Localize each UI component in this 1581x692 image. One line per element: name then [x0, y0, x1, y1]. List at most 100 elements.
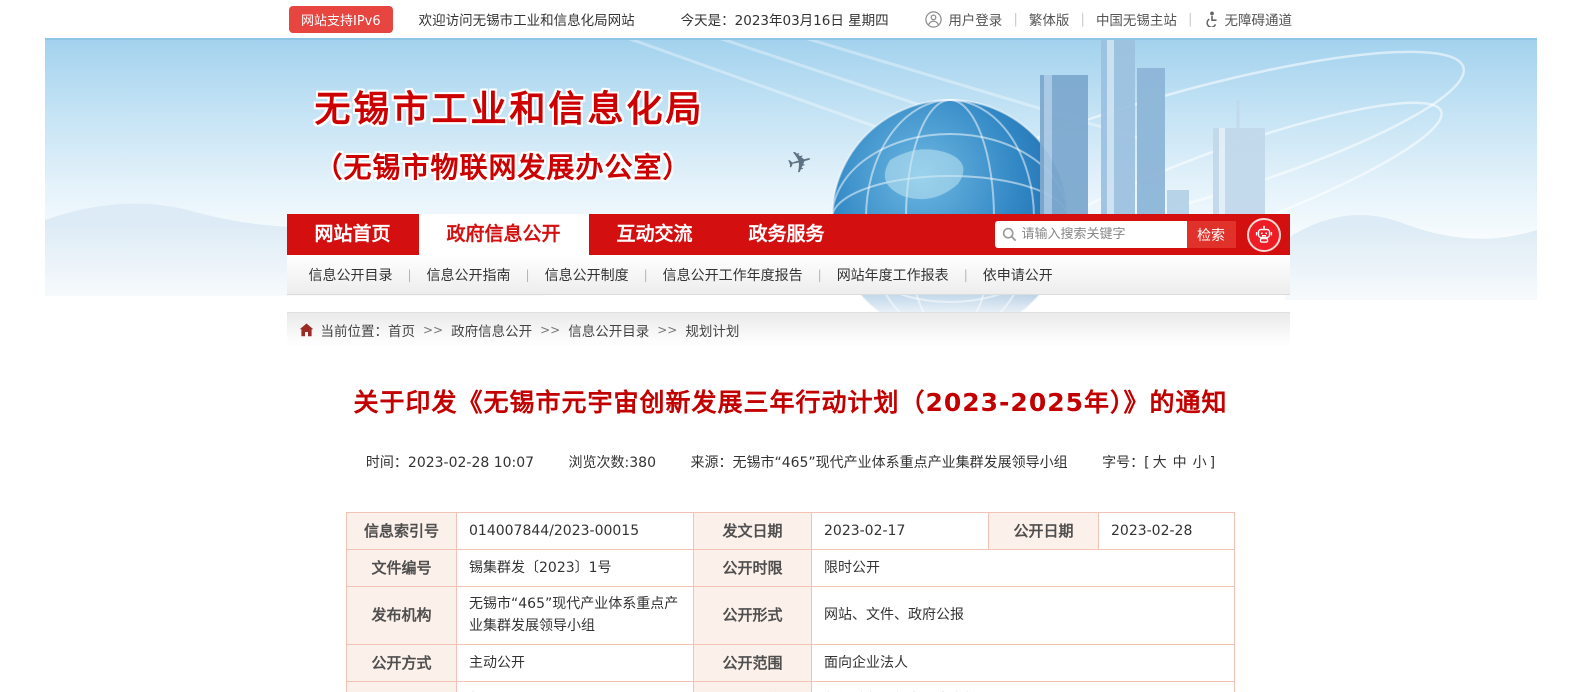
field-value: 主动公开	[457, 644, 694, 681]
topbar-divider: |	[1013, 11, 1018, 27]
traditional-version-link[interactable]: 繁体版	[1029, 9, 1070, 29]
meta-views: 浏览次数:380	[569, 455, 656, 471]
search-button[interactable]: 检索	[1187, 221, 1236, 248]
meta-fontsize: 字号：[大中小]	[1102, 455, 1215, 471]
accessibility-channel-link[interactable]: 无障碍通道	[1225, 9, 1293, 29]
breadcrumb-planning[interactable]: 规划计划	[685, 320, 739, 340]
breadcrumb: 当前位置： 首页 >> 政府信息公开 >> 信息公开目录 >> 规划计划	[287, 312, 1290, 345]
field-label: 信息索引号	[347, 513, 457, 550]
table-row: 有效期长期公开程序部门编制，经办公室审核后公开	[347, 681, 1235, 692]
field-label: 公开程序	[694, 681, 812, 692]
banner-artwork: ✈	[45, 40, 1537, 345]
field-value: 014007844/2023-00015	[457, 513, 694, 550]
subnav-item-website-annual-report[interactable]: 网站年度工作报表	[837, 265, 949, 285]
meta-views-value: 380	[629, 455, 656, 471]
field-value: 长期	[457, 681, 694, 692]
breadcrumb-separator: >>	[657, 323, 677, 337]
header-banner: ✈ 无锡市工业和信息化局 （无锡市物联网发展办公室） 网站首页 政府信息公开 互…	[45, 38, 1537, 345]
main-nav: 网站首页 政府信息公开 互动交流 政务服务 检索	[287, 214, 1290, 255]
site-title: 无锡市工业和信息化局	[315, 80, 705, 132]
breadcrumb-gov-info[interactable]: 政府信息公开	[451, 320, 532, 340]
meta-source-value: 无锡市“465”现代产业体系重点产业集群发展领导小组	[732, 455, 1067, 471]
meta-time-value: 2023-02-28 10:07	[408, 455, 534, 471]
search-icon	[1002, 227, 1017, 242]
field-value: 2023-02-17	[812, 513, 989, 550]
breadcrumb-prefix: 当前位置：	[321, 320, 389, 340]
doc-table-body: 信息索引号014007844/2023-00015发文日期2023-02-17公…	[347, 513, 1235, 692]
top-utility-bar: 网站支持IPv6 欢迎访问无锡市工业和信息化局网站 今天是：2023年03月16…	[0, 0, 1581, 38]
meta-fontsize-label: 字号：	[1102, 455, 1144, 471]
breadcrumb-home[interactable]: 首页	[388, 320, 415, 340]
subnav-item-disclosure-guide[interactable]: 信息公开指南	[427, 265, 511, 285]
field-label: 有效期	[347, 681, 457, 692]
nav-item-home[interactable]: 网站首页	[287, 214, 419, 255]
subnav-item-disclosure-catalog[interactable]: 信息公开目录	[309, 265, 393, 285]
chatbot-button[interactable]	[1247, 218, 1281, 252]
field-value: 2023-02-28	[1099, 513, 1235, 550]
nav-item-gov-info-disclosure[interactable]: 政府信息公开	[419, 214, 589, 255]
field-value: 部门编制，经办公室审核后公开	[812, 681, 1235, 692]
fontsize-medium[interactable]: 中	[1173, 455, 1187, 471]
subnav-divider: |	[644, 268, 648, 282]
field-label: 公开形式	[694, 587, 812, 645]
article-title: 关于印发《无锡市元宇宙创新发展三年行动计划（2023-2025年）》的通知	[289, 383, 1292, 419]
subnav-item-disclosure-by-request[interactable]: 依申请公开	[983, 265, 1053, 285]
meta-source: 来源：无锡市“465”现代产业体系重点产业集群发展领导小组	[690, 455, 1067, 471]
document-info-table: 信息索引号014007844/2023-00015发文日期2023-02-17公…	[346, 512, 1235, 692]
field-label: 发文日期	[694, 513, 812, 550]
table-row: 文件编号锡集群发〔2023〕1号公开时限限时公开	[347, 550, 1235, 587]
user-login-link[interactable]: 用户登录	[948, 9, 1002, 29]
breadcrumb-separator: >>	[423, 323, 443, 337]
field-value: 锡集群发〔2023〕1号	[457, 550, 694, 587]
field-label: 公开范围	[694, 644, 812, 681]
sub-nav: 信息公开目录 | 信息公开指南 | 信息公开制度 | 信息公开工作年度报告 | …	[287, 255, 1290, 295]
search-input[interactable]	[1022, 227, 1180, 242]
robot-icon	[1254, 225, 1274, 245]
svg-text:✈: ✈	[783, 143, 816, 183]
home-icon	[299, 323, 314, 337]
nav-item-gov-services[interactable]: 政务服务	[721, 214, 853, 255]
user-icon	[925, 11, 942, 28]
breadcrumb-catalog[interactable]: 信息公开目录	[568, 320, 649, 340]
subnav-item-annual-report[interactable]: 信息公开工作年度报告	[663, 265, 803, 285]
fontsize-bracket: ]	[1210, 455, 1215, 471]
field-label: 文件编号	[347, 550, 457, 587]
meta-source-label: 来源：	[690, 455, 732, 471]
article-area: 关于印发《无锡市元宇宙创新发展三年行动计划（2023-2025年）》的通知 时间…	[289, 383, 1292, 692]
welcome-text: 欢迎访问无锡市工业和信息化局网站	[419, 9, 635, 29]
subnav-divider: |	[818, 268, 822, 282]
subnav-divider: |	[964, 268, 968, 282]
accessibility-icon	[1204, 11, 1219, 27]
breadcrumb-separator: >>	[540, 323, 560, 337]
meta-views-label: 浏览次数:	[569, 455, 630, 471]
field-value: 面向企业法人	[812, 644, 1235, 681]
table-row: 发布机构无锡市“465”现代产业体系重点产业集群发展领导小组公开形式网站、文件、…	[347, 587, 1235, 645]
china-wuxi-main-site-link[interactable]: 中国无锡主站	[1096, 9, 1177, 29]
search-box	[995, 221, 1187, 248]
subnav-item-disclosure-system[interactable]: 信息公开制度	[545, 265, 629, 285]
table-row: 信息索引号014007844/2023-00015发文日期2023-02-17公…	[347, 513, 1235, 550]
table-row: 公开方式主动公开公开范围面向企业法人	[347, 644, 1235, 681]
ipv6-badge: 网站支持IPv6	[289, 6, 393, 33]
field-label: 公开方式	[347, 644, 457, 681]
search-area: 检索	[995, 218, 1290, 252]
meta-time-label: 时间：	[366, 455, 408, 471]
meta-time: 时间：2023-02-28 10:07	[366, 455, 534, 471]
site-title-block: 无锡市工业和信息化局 （无锡市物联网发展办公室）	[315, 80, 705, 186]
nav-item-interaction[interactable]: 互动交流	[589, 214, 721, 255]
date-text: 今天是：2023年03月16日 星期四	[681, 9, 889, 29]
subnav-divider: |	[526, 268, 530, 282]
fontsize-small[interactable]: 小	[1193, 455, 1207, 471]
field-label: 公开日期	[989, 513, 1099, 550]
field-value: 限时公开	[812, 550, 1235, 587]
field-label: 发布机构	[347, 587, 457, 645]
date-label: 今天是：	[681, 13, 735, 29]
field-value: 无锡市“465”现代产业体系重点产业集群发展领导小组	[457, 587, 694, 645]
field-label: 公开时限	[694, 550, 812, 587]
field-value: 网站、文件、政府公报	[812, 587, 1235, 645]
site-subtitle: （无锡市物联网发展办公室）	[315, 146, 705, 186]
fontsize-large[interactable]: 大	[1153, 455, 1167, 471]
date-value: 2023年03月16日 星期四	[735, 13, 889, 29]
topbar-divider: |	[1080, 11, 1085, 27]
subnav-divider: |	[408, 268, 412, 282]
